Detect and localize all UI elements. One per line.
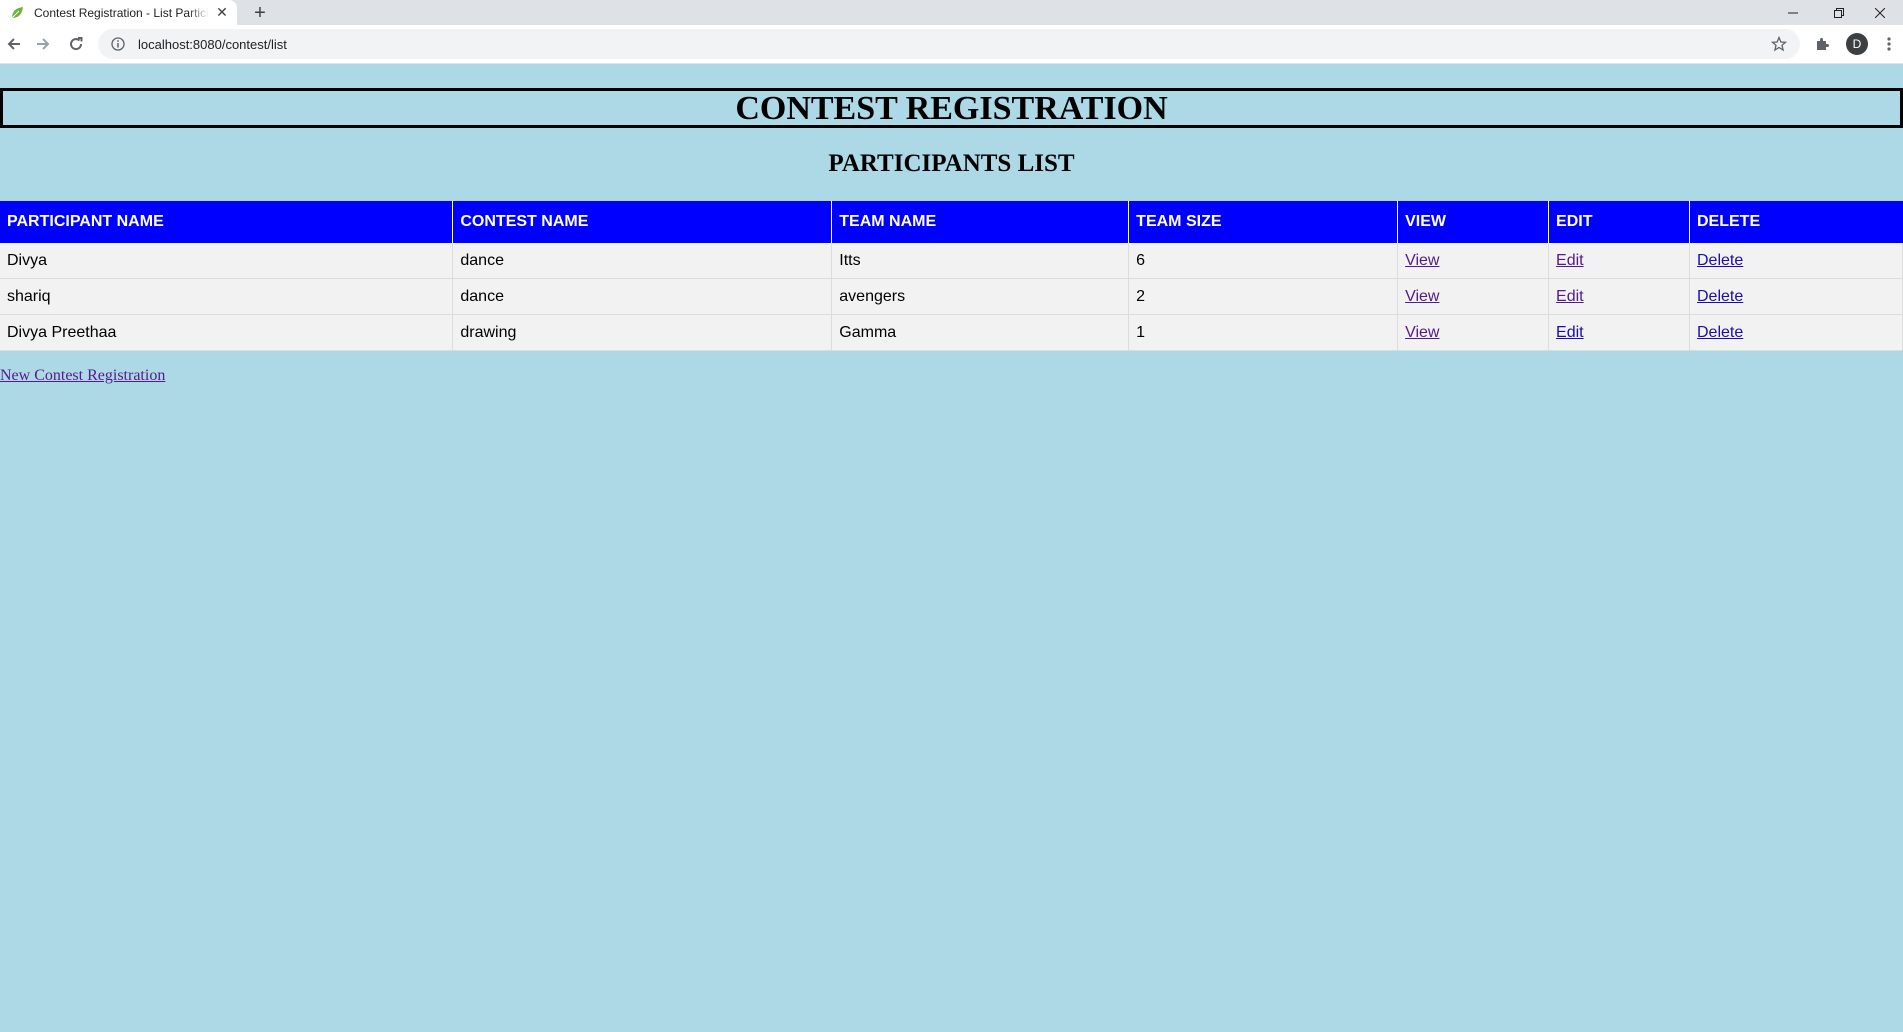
team-size-cell: 2 — [1128, 278, 1399, 315]
participants-table: PARTICIPANT NAME CONTEST NAME TEAM NAME … — [0, 201, 1903, 351]
avatar: D — [1846, 33, 1868, 55]
team-name-cell: Gamma — [831, 314, 1130, 351]
column-header-team-name: TEAM NAME — [831, 201, 1130, 243]
table-header-row: PARTICIPANT NAME CONTEST NAME TEAM NAME … — [0, 201, 1903, 243]
participant-name-cell: Divya — [0, 243, 454, 279]
delete-cell: Delete — [1689, 314, 1903, 351]
minimize-button[interactable] — [1770, 0, 1816, 25]
column-header-team-size: TEAM SIZE — [1128, 201, 1399, 243]
table-row: shariq dance avengers 2 View Edit Delete — [0, 278, 1903, 315]
contest-name-cell: dance — [452, 243, 833, 279]
tab-close-icon[interactable]: ✕ — [213, 4, 231, 22]
contest-name-cell: dance — [452, 278, 833, 315]
view-cell: View — [1397, 314, 1550, 351]
page-content: CONTEST REGISTRATION PARTICIPANTS LIST P… — [0, 64, 1903, 1032]
profile-avatar-button[interactable]: D — [1843, 30, 1871, 58]
close-window-button[interactable] — [1857, 0, 1903, 25]
edit-link[interactable]: Edit — [1556, 288, 1584, 305]
browser-toolbar: localhost:8080/contest/list D — [0, 25, 1903, 64]
address-bar[interactable]: localhost:8080/contest/list — [98, 29, 1800, 59]
delete-cell: Delete — [1689, 278, 1903, 315]
edit-link[interactable]: Edit — [1556, 252, 1584, 269]
puzzle-icon[interactable] — [1808, 30, 1836, 58]
edit-cell: Edit — [1548, 243, 1690, 279]
participant-name-cell: shariq — [0, 278, 454, 315]
section-title: PARTICIPANTS LIST — [828, 150, 1075, 177]
tab-title: Contest Registration - List Participants — [34, 5, 209, 20]
delete-link[interactable]: Delete — [1697, 324, 1743, 341]
table-row: Divya Preethaa drawing Gamma 1 View Edit… — [0, 314, 1903, 351]
forward-arrow-icon[interactable] — [29, 30, 57, 58]
view-cell: View — [1397, 278, 1550, 315]
active-tab[interactable]: Contest Registration - List Participants… — [0, 0, 237, 25]
reload-icon[interactable] — [62, 30, 90, 58]
column-header-view: VIEW — [1397, 201, 1550, 243]
back-arrow-icon[interactable] — [0, 30, 28, 58]
edit-cell: Edit — [1548, 314, 1690, 351]
team-size-cell: 1 — [1128, 314, 1399, 351]
tab-strip: Contest Registration - List Participants… — [0, 0, 1903, 25]
column-header-delete: DELETE — [1689, 201, 1903, 243]
view-link[interactable]: View — [1405, 288, 1439, 305]
star-icon[interactable] — [1770, 35, 1788, 53]
team-size-cell: 6 — [1128, 243, 1399, 279]
info-icon[interactable] — [110, 36, 126, 52]
participant-name-cell: Divya Preethaa — [0, 314, 454, 351]
page-title: CONTEST REGISTRATION — [0, 88, 1903, 128]
team-name-cell: avengers — [831, 278, 1130, 315]
column-header-contest-name: CONTEST NAME — [452, 201, 833, 243]
delete-link[interactable]: Delete — [1697, 288, 1743, 305]
delete-link[interactable]: Delete — [1697, 252, 1743, 269]
team-name-cell: Itts — [831, 243, 1130, 279]
column-header-participant-name: PARTICIPANT NAME — [0, 201, 454, 243]
view-link[interactable]: View — [1405, 252, 1439, 269]
edit-link[interactable]: Edit — [1556, 324, 1584, 341]
contest-name-cell: drawing — [452, 314, 833, 351]
url-text: localhost:8080/contest/list — [138, 36, 287, 52]
column-header-edit: EDIT — [1548, 201, 1690, 243]
new-tab-button[interactable]: + — [249, 2, 271, 24]
view-link[interactable]: View — [1405, 324, 1439, 341]
new-contest-registration-link[interactable]: New Contest Registration — [0, 367, 165, 385]
edit-cell: Edit — [1548, 278, 1690, 315]
table-row: Divya dance Itts 6 View Edit Delete — [0, 243, 1903, 279]
view-cell: View — [1397, 243, 1550, 279]
leaf-icon — [10, 6, 24, 20]
restore-button[interactable] — [1816, 0, 1862, 25]
kebab-menu-icon[interactable] — [1875, 30, 1903, 58]
delete-cell: Delete — [1689, 243, 1903, 279]
